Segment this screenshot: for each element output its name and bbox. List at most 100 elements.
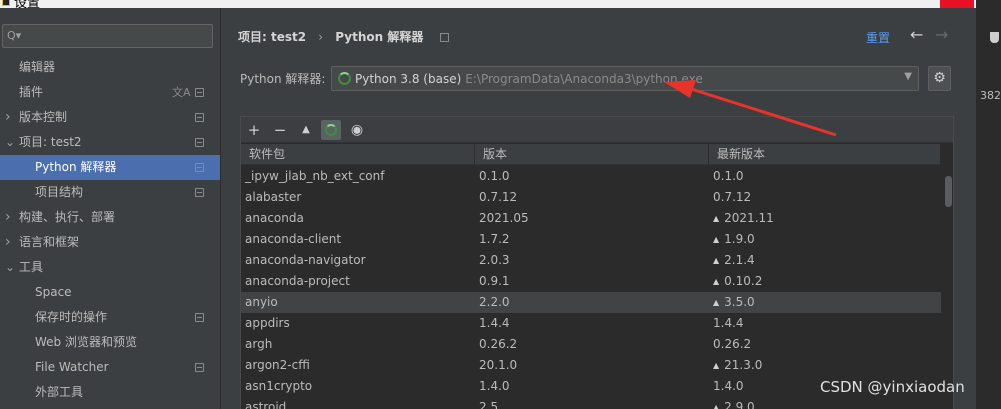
- eye-icon[interactable]: ◉: [347, 120, 367, 140]
- table-row[interactable]: argon2-cffi 20.1.0 ▲ 21.3.0: [241, 355, 941, 376]
- table-row[interactable]: anaconda 2021.05 ▲ 2021.11: [241, 208, 941, 229]
- gear-icon[interactable]: ⚙: [928, 66, 951, 91]
- background-number: 382: [980, 89, 1001, 102]
- chevron-right-icon[interactable]: ›: [5, 205, 11, 230]
- package-latest: ▲ 1.9.0: [713, 229, 755, 250]
- table-row[interactable]: appdirs 1.4.4 1.4.4: [241, 313, 941, 334]
- chevron-down-icon[interactable]: ⌄: [5, 130, 15, 155]
- sidebar-item[interactable]: File Watcher: [0, 355, 220, 380]
- arrow-right-icon[interactable]: →: [935, 25, 948, 44]
- chevron-right-icon[interactable]: ›: [5, 105, 11, 130]
- interpreter-path: E:\ProgramData\Anaconda3\python.exe: [465, 72, 703, 86]
- package-version: 2.5: [479, 397, 498, 409]
- sidebar-item-label: 项目: test2: [19, 135, 82, 149]
- search-icon: Q▾: [7, 29, 22, 42]
- scroll-thumb[interactable]: [945, 176, 952, 207]
- package-latest: 0.26.2: [713, 334, 751, 355]
- scrollbar[interactable]: [943, 166, 953, 409]
- sidebar-item-label: 项目结构: [35, 185, 84, 199]
- project-scope-icon: [195, 138, 204, 147]
- table-row[interactable]: argh 0.26.2 0.26.2: [241, 334, 941, 355]
- python-env-icon: [338, 72, 351, 85]
- package-name: asn1crypto: [245, 376, 312, 397]
- arrow-left-icon[interactable]: ←: [910, 25, 923, 44]
- breadcrumb-project[interactable]: 项目: test2: [238, 30, 306, 44]
- sidebar-item[interactable]: › 版本控制: [0, 105, 220, 130]
- table-row[interactable]: anaconda-navigator 2.0.3 ▲ 2.1.4: [241, 250, 941, 271]
- package-name-text: anaconda-project: [245, 274, 350, 288]
- conda-toggle-icon[interactable]: [321, 120, 341, 140]
- package-name: anaconda-project: [245, 271, 350, 292]
- package-version-text: 2.0.3: [479, 253, 510, 267]
- package-name-text: anaconda: [245, 211, 304, 225]
- package-name: argh: [245, 334, 272, 355]
- sidebar-item[interactable]: 编辑器: [0, 55, 220, 80]
- package-version-text: 2021.05: [479, 211, 529, 225]
- package-latest-text: 21.3.0: [724, 358, 763, 372]
- package-name: anaconda-navigator: [245, 250, 366, 271]
- table-row[interactable]: astroid 2.5 ▲ 2.9.0: [241, 397, 941, 409]
- upgrade-available-icon: ▲: [713, 298, 720, 307]
- package-latest: 1.4.0: [713, 376, 744, 397]
- package-latest: ▲ 0.10.2: [713, 271, 762, 292]
- chevron-down-icon[interactable]: ⌄: [5, 255, 15, 280]
- sidebar-item[interactable]: Python 解释器: [0, 155, 220, 180]
- package-table: _ipyw_jlab_nb_ext_conf 0.1.0 0.1.0 alabaste…: [241, 166, 941, 409]
- table-row[interactable]: anaconda-project 0.9.1 ▲ 0.10.2: [241, 271, 941, 292]
- search-input[interactable]: Q▾: [2, 24, 213, 48]
- reset-link[interactable]: 重置: [866, 29, 890, 46]
- sidebar-item[interactable]: ⌄ 工具: [0, 255, 220, 280]
- settings-sidebar: Q▾ 编辑器 插件 文A › 版本控制 ⌄ 项目: test2 Python 解释器 项目结构 ›…: [0, 8, 220, 409]
- main-panel: 项目: test2 › Python 解释器 重置 ← → Python 解释器…: [221, 8, 976, 409]
- package-latest-text: 3.5.0: [724, 295, 755, 309]
- sidebar-item[interactable]: Space: [0, 280, 220, 305]
- sidebar-item[interactable]: Web 浏览器和预览: [0, 330, 220, 355]
- sidebar-item[interactable]: 项目结构: [0, 180, 220, 205]
- package-latest: 0.7.12: [713, 187, 751, 208]
- translate-icon: 文A: [172, 86, 191, 99]
- app-icon: [2, 0, 10, 6]
- package-version: 0.26.2: [479, 334, 517, 355]
- project-scope-icon: [439, 33, 449, 42]
- project-scope-icon: [195, 363, 204, 372]
- upgrade-icon[interactable]: ▲: [296, 120, 316, 140]
- interpreter-select[interactable]: Python 3.8 (base) E:\ProgramData\Anaconda…: [331, 66, 919, 91]
- package-name-text: anaconda-navigator: [245, 253, 366, 267]
- window-title: 设置: [14, 0, 41, 8]
- sidebar-item[interactable]: ⌄ 项目: test2: [0, 130, 220, 155]
- sidebar-item[interactable]: 外部工具: [0, 380, 220, 405]
- sidebar-item[interactable]: › 语言和框架: [0, 230, 220, 255]
- column-header-package[interactable]: 软件包: [241, 144, 475, 165]
- package-latest-text: 2.9.0: [724, 400, 755, 409]
- package-version-text: 0.1.0: [479, 169, 510, 183]
- package-latest: 0.1.0: [713, 166, 744, 187]
- table-row[interactable]: anyio 2.2.0 ▲ 3.5.0: [241, 292, 941, 313]
- sidebar-item[interactable]: 插件 文A: [0, 80, 220, 105]
- package-name-text: alabaster: [245, 190, 302, 204]
- package-version: 1.7.2: [479, 229, 510, 250]
- package-version-text: 1.4.0: [479, 379, 510, 393]
- package-name: argon2-cffi: [245, 355, 310, 376]
- package-latest: ▲ 2.1.4: [713, 250, 755, 271]
- upgrade-available-icon: ▲: [713, 361, 720, 370]
- package-name: anyio: [245, 292, 278, 313]
- column-header-version[interactable]: 版本: [475, 144, 709, 165]
- sidebar-item[interactable]: › 构建、执行、部署: [0, 205, 220, 230]
- breadcrumb: 项目: test2 › Python 解释器: [238, 28, 449, 45]
- package-version-text: 0.7.12: [479, 190, 518, 204]
- upgrade-available-icon: ▲: [713, 403, 720, 409]
- plus-icon[interactable]: +: [244, 120, 264, 140]
- package-version-text: 0.9.1: [479, 274, 510, 288]
- table-row[interactable]: alabaster 0.7.12 0.7.12: [241, 187, 941, 208]
- table-row[interactable]: anaconda-client 1.7.2 ▲ 1.9.0: [241, 229, 941, 250]
- sidebar-item-label: 保存时的操作: [35, 310, 108, 324]
- package-latest-text: 1.4.0: [713, 379, 744, 393]
- table-header: 软件包 版本 最新版本: [241, 144, 941, 165]
- minus-icon[interactable]: −: [270, 120, 290, 140]
- sidebar-item[interactable]: 保存时的操作: [0, 305, 220, 330]
- close-button[interactable]: [940, 0, 974, 8]
- chevron-right-icon[interactable]: ›: [5, 230, 11, 255]
- package-version: 2.2.0: [479, 292, 510, 313]
- column-header-latest[interactable]: 最新版本: [709, 144, 941, 165]
- table-row[interactable]: _ipyw_jlab_nb_ext_conf 0.1.0 0.1.0: [241, 166, 941, 187]
